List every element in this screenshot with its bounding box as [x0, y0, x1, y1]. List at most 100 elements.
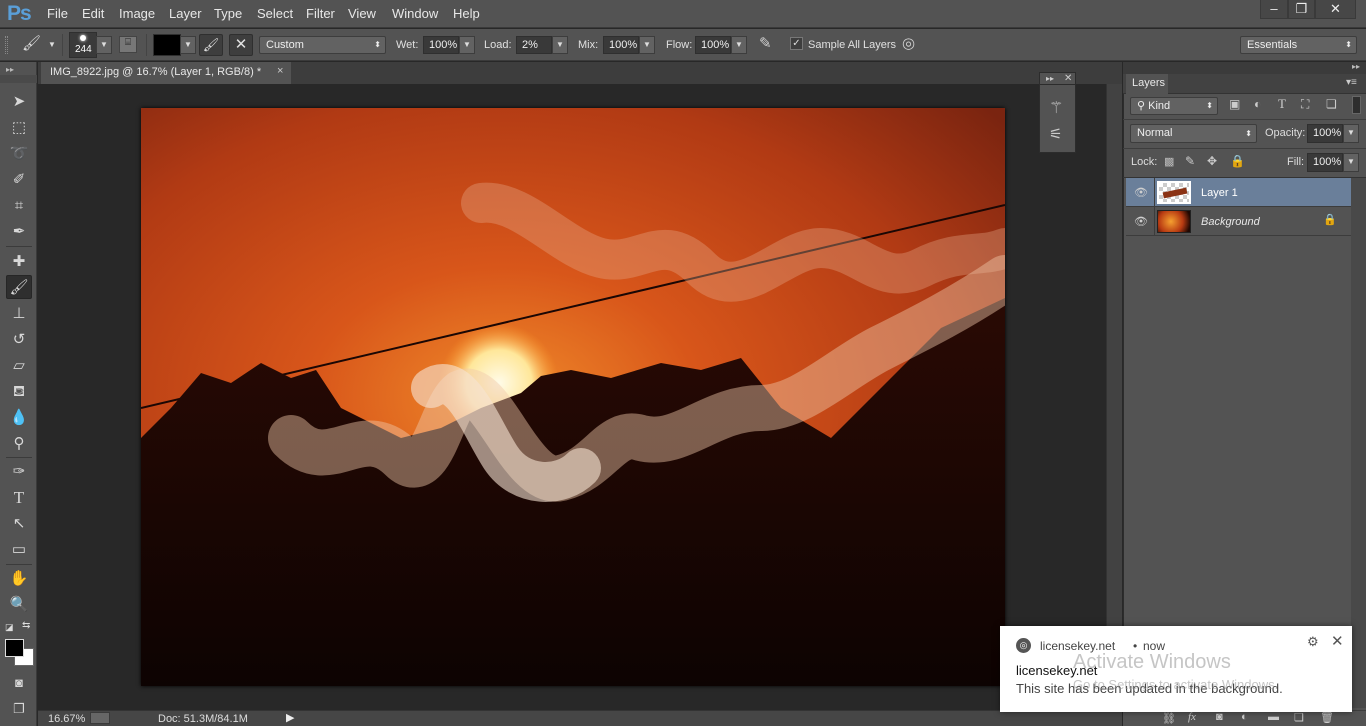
- status-menu-arrow-icon[interactable]: ▶: [286, 711, 294, 724]
- menu-view[interactable]: View: [348, 6, 376, 21]
- new-group-icon[interactable]: ▬: [1268, 711, 1279, 723]
- fill-dropdown[interactable]: ▼: [1343, 153, 1359, 172]
- document-tab[interactable]: IMG_8922.jpg @ 16.7% (Layer 1, RGB/8) * …: [41, 62, 291, 84]
- load-brush-after-stroke-icon[interactable]: 🖌: [199, 34, 223, 56]
- layer-row-background[interactable]: 👁 Background 🔒: [1126, 207, 1351, 236]
- delete-layer-icon[interactable]: 🗑: [1320, 711, 1334, 724]
- clone-stamp-tool-icon[interactable]: ⊥: [6, 302, 32, 326]
- filter-smart-objects-icon[interactable]: ❏: [1326, 97, 1337, 111]
- collapse-toolbox-icon[interactable]: ▸▸: [6, 65, 14, 74]
- expand-panel-icon[interactable]: ▸▸: [1046, 74, 1054, 83]
- default-colors-icon[interactable]: ◪: [5, 622, 14, 633]
- layer-style-fx-icon[interactable]: fx: [1188, 711, 1196, 723]
- load-dropdown[interactable]: ▼: [552, 36, 568, 54]
- flow-input[interactable]: 100%: [695, 36, 731, 54]
- mix-dropdown[interactable]: ▼: [639, 36, 655, 54]
- zoom-tool-icon[interactable]: 🔍: [6, 593, 32, 617]
- close-window-button[interactable]: ✕: [1315, 0, 1356, 19]
- blur-tool-icon[interactable]: 💧: [6, 406, 32, 430]
- vertical-scrollbar[interactable]: [1106, 84, 1122, 710]
- eraser-tool-icon[interactable]: ▱: [6, 354, 32, 378]
- swap-colors-icon[interactable]: ⇆: [22, 620, 30, 631]
- add-mask-icon[interactable]: ◙: [1216, 711, 1223, 723]
- filter-toggle-switch[interactable]: [1352, 96, 1361, 114]
- wet-dropdown[interactable]: ▼: [459, 36, 475, 54]
- workspace-switcher[interactable]: Essentials ⬍: [1240, 36, 1357, 54]
- link-layers-icon[interactable]: ⛓: [1162, 712, 1176, 725]
- mixer-brush-tool-preset-icon[interactable]: 🖌: [22, 34, 41, 52]
- pressure-size-icon[interactable]: ◎: [902, 34, 915, 52]
- clean-brush-after-stroke-icon[interactable]: ✕: [229, 34, 253, 56]
- brush-presets-icon[interactable]: ⚚: [1049, 98, 1063, 118]
- flow-dropdown[interactable]: ▼: [731, 36, 747, 54]
- brush-preset-dropdown[interactable]: ▼: [96, 36, 112, 54]
- move-tool-icon[interactable]: ➤: [6, 90, 32, 114]
- current-brush-load-swatch[interactable]: [153, 34, 181, 56]
- document-image[interactable]: [141, 108, 1005, 686]
- menu-edit[interactable]: Edit: [82, 6, 104, 21]
- minimize-button[interactable]: –: [1260, 0, 1288, 19]
- mixer-brush-tool-icon[interactable]: 🖌: [6, 275, 32, 299]
- layer-filter-kind-select[interactable]: ⚲ Kind ⬍: [1130, 97, 1218, 115]
- new-adjustment-layer-icon[interactable]: ◐: [1241, 711, 1248, 723]
- brush-settings-icon[interactable]: ⚟: [1049, 125, 1062, 143]
- notification-close-icon[interactable]: ✕: [1331, 632, 1344, 650]
- mix-input[interactable]: 100%: [603, 36, 639, 54]
- new-layer-icon[interactable]: ❏: [1294, 711, 1304, 724]
- lock-image-pixels-icon[interactable]: ✎: [1185, 154, 1195, 168]
- eyedropper-tool-icon[interactable]: ✒: [6, 220, 32, 244]
- tool-preset-dropdown-arrow[interactable]: ▼: [48, 40, 56, 49]
- menu-select[interactable]: Select: [257, 6, 293, 21]
- menu-filter[interactable]: Filter: [306, 6, 335, 21]
- menu-image[interactable]: Image: [119, 6, 155, 21]
- layer-visibility-eye-icon[interactable]: 👁: [1134, 186, 1148, 199]
- lock-transparent-pixels-icon[interactable]: ▩: [1164, 155, 1174, 168]
- lasso-tool-icon[interactable]: ➰: [6, 142, 32, 166]
- collapse-dock-icon[interactable]: ▸▸: [1352, 62, 1360, 71]
- close-panel-icon[interactable]: ✕: [1064, 73, 1072, 84]
- menu-layer[interactable]: Layer: [169, 6, 202, 21]
- menu-type[interactable]: Type: [214, 6, 242, 21]
- filter-shape-layers-icon[interactable]: ⛶: [1301, 97, 1309, 112]
- layers-scrollbar[interactable]: [1351, 178, 1366, 708]
- menu-file[interactable]: File: [47, 6, 68, 21]
- load-swatch-dropdown[interactable]: ▼: [180, 36, 196, 54]
- history-brush-tool-icon[interactable]: ↺: [6, 328, 32, 352]
- quick-selection-tool-icon[interactable]: ✐: [6, 168, 32, 192]
- menu-window[interactable]: Window: [392, 6, 438, 21]
- sample-all-layers-checkbox[interactable]: ✓: [790, 37, 803, 50]
- load-input[interactable]: 2%: [516, 36, 552, 54]
- menu-help[interactable]: Help: [453, 6, 480, 21]
- opacity-input[interactable]: 100%: [1307, 124, 1343, 143]
- filter-type-layers-icon[interactable]: T: [1278, 96, 1286, 112]
- quick-mask-icon[interactable]: ◙: [6, 671, 32, 695]
- marquee-tool-icon[interactable]: ⬚: [6, 116, 32, 140]
- layer-visibility-eye-icon[interactable]: 👁: [1134, 215, 1148, 228]
- airbrush-icon[interactable]: ✎: [759, 34, 772, 52]
- lock-position-icon[interactable]: ✥: [1207, 154, 1217, 168]
- blend-preset-select[interactable]: Custom ⬍: [259, 36, 386, 54]
- paint-bucket-tool-icon[interactable]: ⛾: [6, 380, 32, 404]
- lock-all-icon[interactable]: 🔒: [1230, 154, 1245, 168]
- sample-all-layers-label[interactable]: Sample All Layers: [808, 39, 896, 51]
- options-bar-grip[interactable]: [5, 36, 8, 54]
- zoom-level[interactable]: 16.67%: [48, 713, 85, 725]
- rectangle-tool-icon[interactable]: ▭: [6, 538, 32, 562]
- wet-input[interactable]: 100%: [423, 36, 459, 54]
- filter-adjustment-layers-icon[interactable]: ◐: [1254, 97, 1261, 111]
- filter-pixel-layers-icon[interactable]: ▣: [1229, 97, 1240, 111]
- layer-row-layer-1[interactable]: 👁 Layer 1: [1126, 178, 1351, 207]
- opacity-dropdown[interactable]: ▼: [1343, 124, 1359, 143]
- hand-tool-icon[interactable]: ✋: [6, 567, 32, 591]
- brush-panel-toggle-icon[interactable]: ⌸: [119, 36, 137, 53]
- panel-menu-icon[interactable]: ▾≡: [1346, 77, 1357, 88]
- close-document-icon[interactable]: ×: [277, 65, 283, 77]
- screen-mode-icon[interactable]: ❐: [6, 697, 32, 721]
- pen-tool-icon[interactable]: ✑: [6, 460, 32, 484]
- brush-preset-picker[interactable]: 244: [69, 32, 97, 58]
- restore-button[interactable]: ❐: [1288, 0, 1315, 19]
- fill-input[interactable]: 100%: [1307, 153, 1343, 172]
- foreground-color-swatch[interactable]: [5, 639, 24, 657]
- dodge-tool-icon[interactable]: ⚲: [6, 432, 32, 456]
- notification-settings-gear-icon[interactable]: ⚙: [1307, 634, 1319, 650]
